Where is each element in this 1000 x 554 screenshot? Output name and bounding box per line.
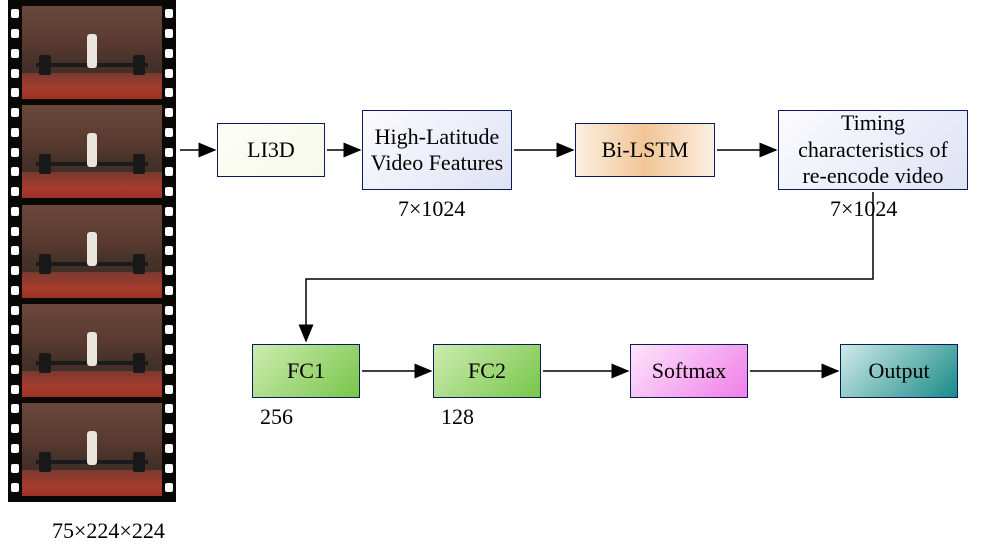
video-frame [22,6,162,99]
li3d-label: LI3D [247,137,295,163]
bi-lstm-block: Bi-LSTM [575,123,715,177]
fc2-units: 128 [441,404,474,430]
timing-characteristics-label: Timing characteristics of re-encode vide… [798,110,948,189]
li3d-block: LI3D [217,123,325,177]
video-features-shape: 7×1024 [398,196,465,222]
video-frame [22,304,162,397]
output-label: Output [868,358,929,384]
softmax-label: Softmax [652,358,727,384]
output-block: Output [840,344,958,398]
fc2-block: FC2 [433,344,541,398]
video-features-label: High-Latitude Video Features [371,124,503,177]
timing-characteristics-block: Timing characteristics of re-encode vide… [778,110,968,190]
video-frames-input [8,0,176,502]
fc1-block: FC1 [252,344,360,398]
input-dimensions-label: 75×224×224 [52,518,165,544]
film-sprockets-left [8,0,22,502]
timing-characteristics-shape: 7×1024 [830,196,897,222]
video-frame [22,105,162,198]
fc1-label: FC1 [287,358,325,384]
fc1-units: 256 [260,404,293,430]
video-frame [22,403,162,496]
fc2-label: FC2 [468,358,506,384]
video-frame [22,205,162,298]
softmax-block: Softmax [630,344,748,398]
video-features-block: High-Latitude Video Features [362,110,512,190]
bi-lstm-label: Bi-LSTM [602,137,689,163]
film-sprockets-right [162,0,176,502]
